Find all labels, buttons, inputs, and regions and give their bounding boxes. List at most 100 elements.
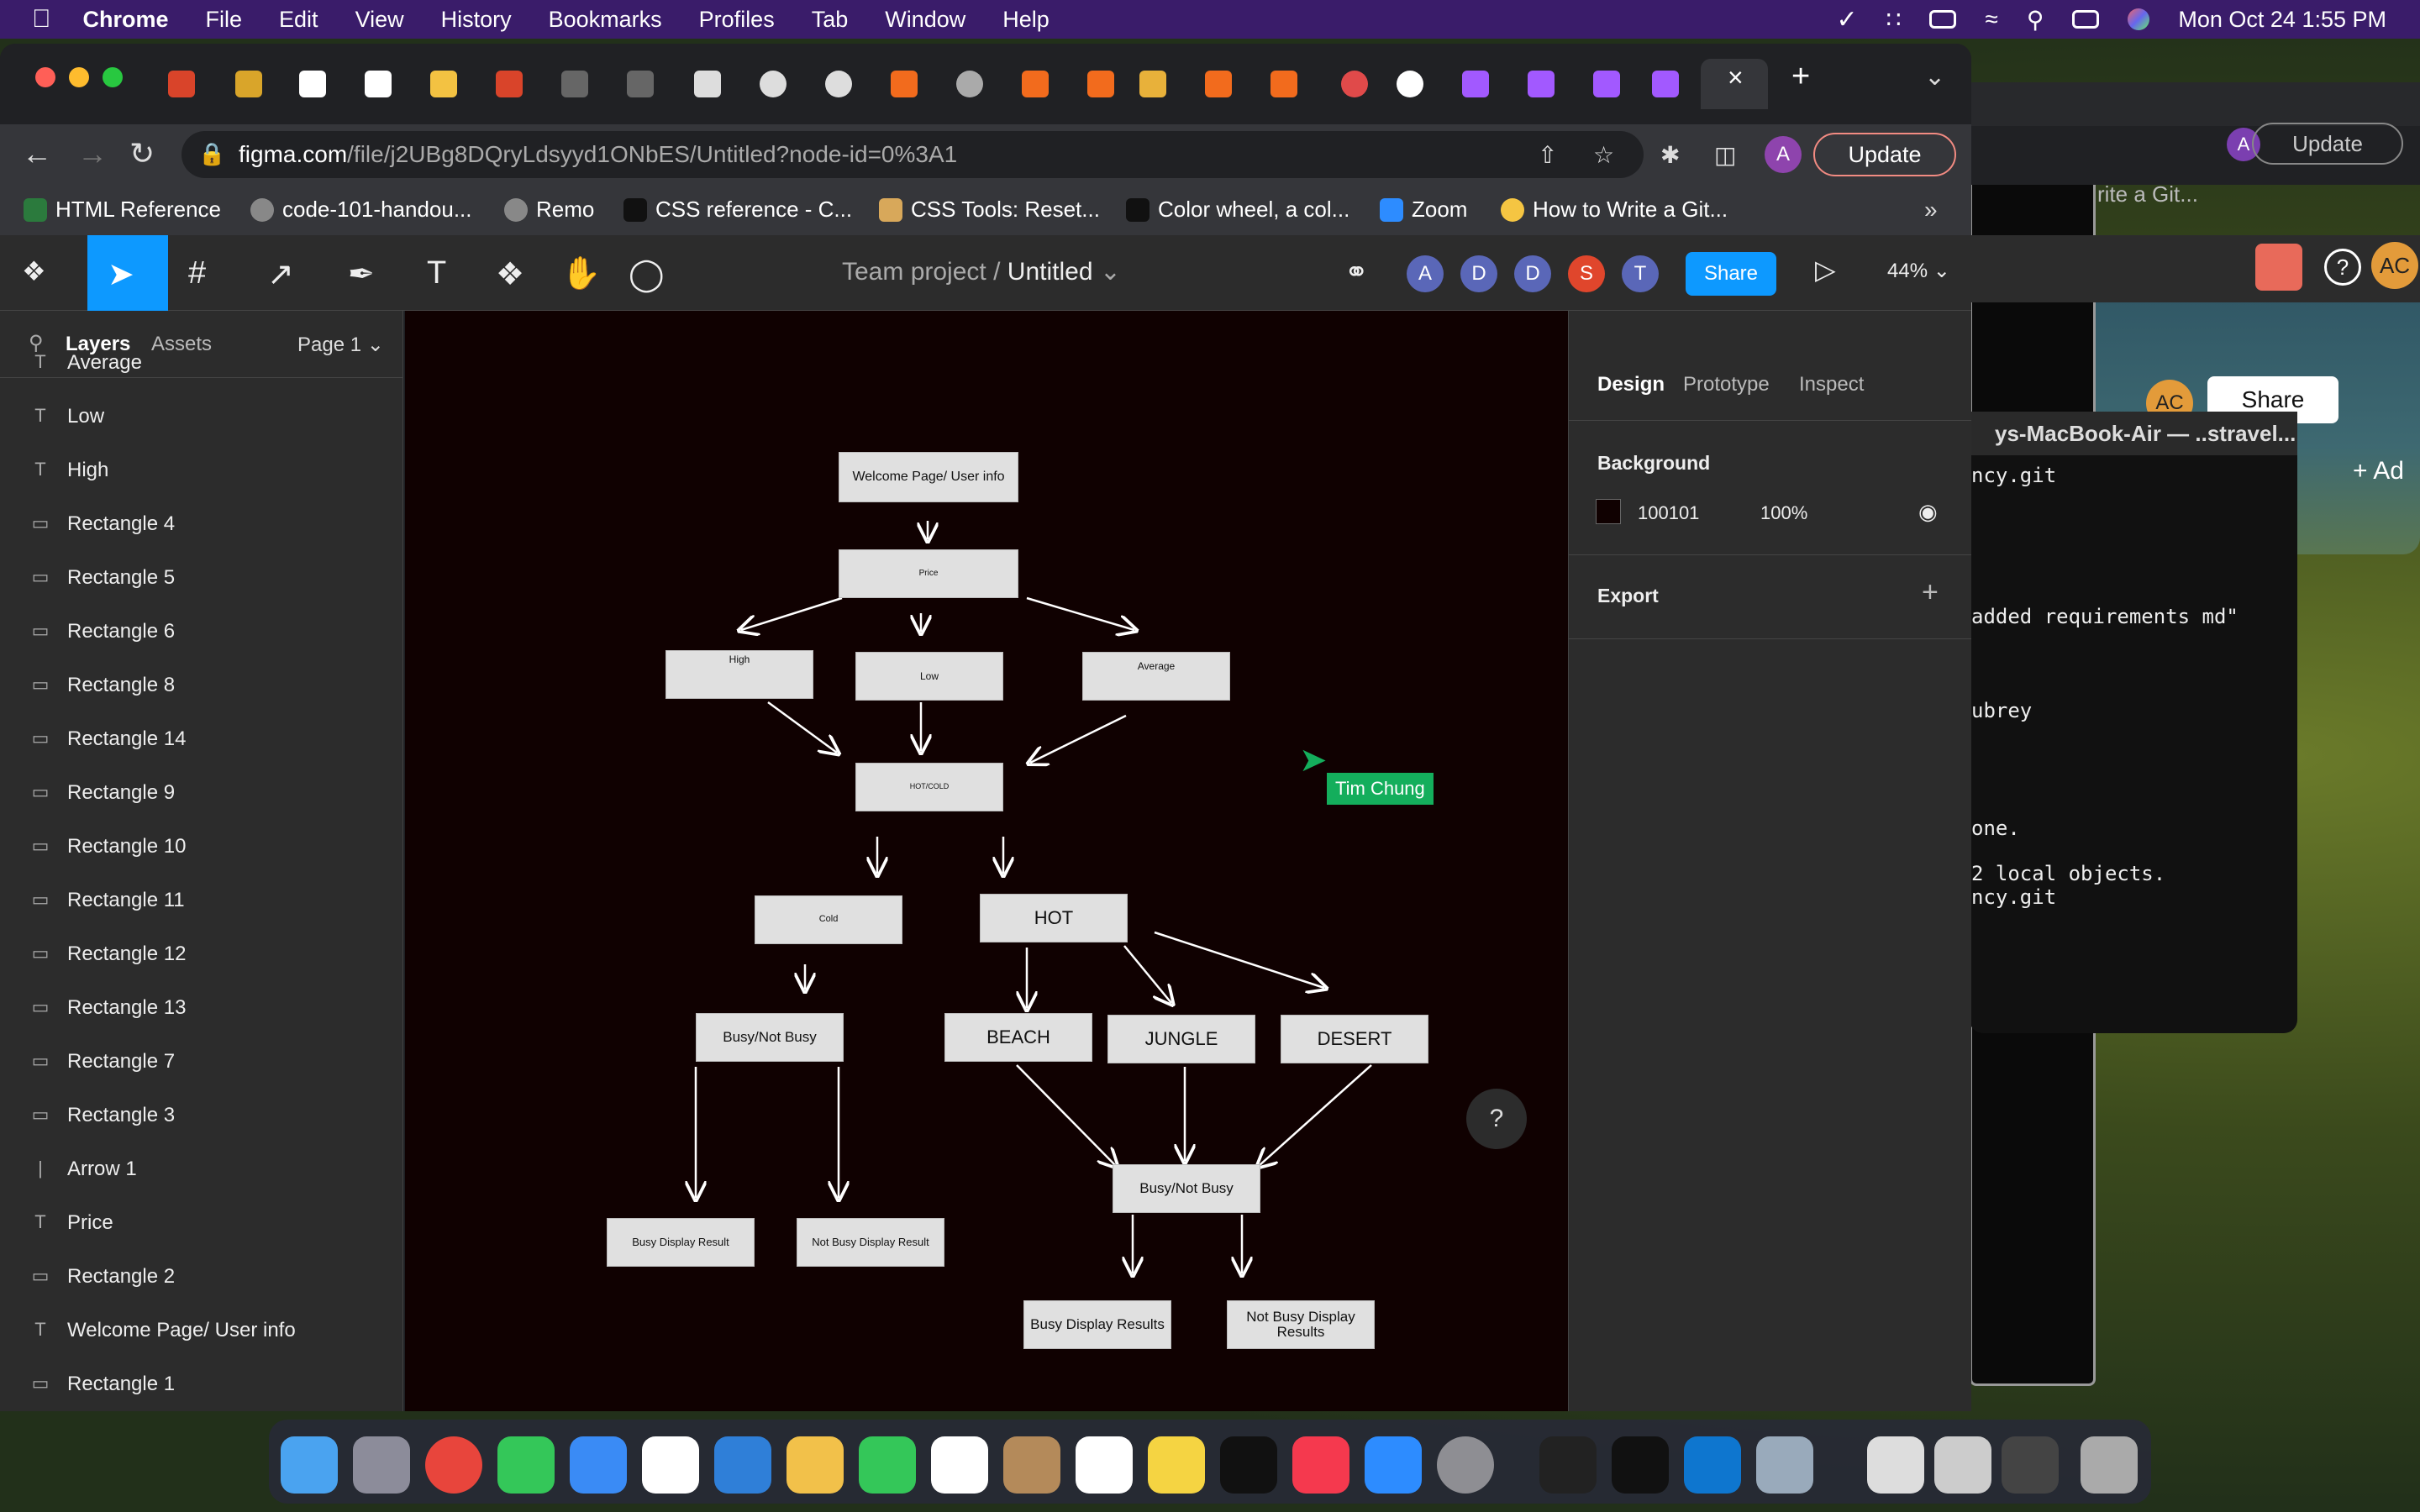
notes-icon[interactable] bbox=[1148, 1436, 1205, 1494]
bookmark-star-icon[interactable]: ☆ bbox=[1593, 141, 1620, 168]
bookmark-item[interactable]: CSS reference - C... bbox=[623, 197, 852, 223]
flow-box-busy-display-results[interactable]: Busy Display Results bbox=[1023, 1300, 1171, 1349]
components-icon[interactable]: ❖ bbox=[496, 255, 524, 293]
background-add-button[interactable]: + Ad bbox=[2353, 457, 2404, 486]
background-color-swatch[interactable] bbox=[1596, 499, 1621, 524]
bookmark-item[interactable]: How to Write a Git... bbox=[1501, 197, 1728, 223]
lock-icon[interactable]: 🔒 bbox=[198, 141, 225, 167]
chevron-down-icon[interactable]: ⌄ bbox=[1100, 258, 1121, 286]
preview-icon[interactable] bbox=[1756, 1436, 1813, 1494]
bookmark-item[interactable]: Zoom bbox=[1380, 197, 1467, 223]
music-icon[interactable] bbox=[1292, 1436, 1349, 1494]
collaborator-avatar[interactable]: D bbox=[1514, 255, 1551, 292]
layer-row[interactable]: ▭ Rectangle 4 bbox=[0, 497, 402, 551]
figma-icon[interactable] bbox=[1462, 71, 1489, 97]
menu-clock[interactable]: Mon Oct 24 1:55 PM bbox=[2178, 7, 2386, 33]
collaborator-avatar[interactable]: D bbox=[1460, 255, 1497, 292]
tab-favicon[interactable] bbox=[430, 71, 457, 97]
screenshot-icon[interactable] bbox=[1934, 1436, 1991, 1494]
pen-tool-icon[interactable]: ✒ bbox=[348, 255, 375, 293]
flow-box-busy-hot[interactable]: Busy/Not Busy bbox=[1113, 1164, 1260, 1213]
checkmark-status-icon[interactable]: ✓ bbox=[1837, 5, 1858, 34]
tab-favicon[interactable] bbox=[235, 71, 262, 97]
bookmark-item[interactable]: CSS Tools: Reset... bbox=[879, 197, 1100, 223]
terminal-window[interactable]: ys-MacBook-Air — ..stravel... bbox=[1970, 412, 2297, 1033]
launchpad-icon[interactable] bbox=[353, 1436, 410, 1494]
back-icon[interactable]: ← bbox=[22, 136, 52, 171]
tab-favicon[interactable] bbox=[561, 71, 588, 97]
layer-row[interactable]: ▭ Rectangle 10 bbox=[0, 820, 402, 874]
layer-row[interactable]: ▭ Rectangle 3 bbox=[0, 1089, 402, 1142]
tab-search-icon[interactable]: ⌄ bbox=[1924, 62, 1945, 92]
side-panel-icon[interactable]: ◫ bbox=[1714, 141, 1741, 168]
flow-box-low[interactable]: Low bbox=[855, 652, 1003, 701]
layer-row[interactable]: T Average bbox=[0, 336, 402, 390]
background-hex-input[interactable]: 100101 bbox=[1638, 502, 1699, 524]
menu-file[interactable]: File bbox=[206, 7, 243, 33]
tab-prototype[interactable]: Prototype bbox=[1683, 373, 1770, 396]
flow-box-not-busy-display-results[interactable]: Not Busy Display Results bbox=[1227, 1300, 1375, 1349]
background-help-icon[interactable]: ? bbox=[2324, 249, 2361, 286]
layer-row[interactable]: | Arrow 1 bbox=[0, 1142, 402, 1196]
figma-icon[interactable] bbox=[1652, 71, 1679, 97]
headphones-icon[interactable]: ⚭ bbox=[1344, 255, 1369, 289]
share-button[interactable]: Share bbox=[1686, 252, 1776, 296]
present-icon[interactable]: ▷ bbox=[1815, 254, 1836, 286]
collaborator-avatar[interactable]: T bbox=[1622, 255, 1659, 292]
tab-favicon[interactable] bbox=[891, 71, 918, 97]
photos-icon[interactable] bbox=[786, 1436, 844, 1494]
text-tool-icon[interactable]: T bbox=[427, 255, 446, 291]
forward-icon[interactable]: → bbox=[77, 136, 108, 171]
vscode-icon[interactable] bbox=[1684, 1436, 1741, 1494]
background-bookmark[interactable]: rite a Git... bbox=[2097, 181, 2198, 207]
flow-box-desert[interactable]: DESERT bbox=[1281, 1015, 1428, 1063]
vpn-icon[interactable] bbox=[1539, 1436, 1597, 1494]
app-store-icon[interactable] bbox=[1365, 1436, 1422, 1494]
eye-icon[interactable]: ◉ bbox=[1918, 499, 1938, 525]
control-center-icon[interactable] bbox=[2072, 10, 2100, 29]
window-stack-icon[interactable] bbox=[2002, 1436, 2059, 1494]
layer-row[interactable]: ▭ Rectangle 9 bbox=[0, 766, 402, 820]
flow-box-cold[interactable]: Cold bbox=[755, 895, 902, 944]
tab-favicon[interactable] bbox=[1087, 71, 1114, 97]
arrow-tool-icon[interactable]: ↗ bbox=[267, 255, 294, 293]
share-page-icon[interactable]: ⇧ bbox=[1538, 141, 1565, 168]
help-button[interactable]: ? bbox=[1466, 1089, 1527, 1149]
terminal-icon[interactable] bbox=[1612, 1436, 1669, 1494]
bookmark-item[interactable]: Color wheel, a col... bbox=[1126, 197, 1349, 223]
bookmarks-overflow-icon[interactable]: » bbox=[1924, 197, 1938, 223]
menu-tab[interactable]: Tab bbox=[812, 7, 849, 33]
reminders-icon[interactable] bbox=[1076, 1436, 1133, 1494]
zoom-level[interactable]: 44% ⌄ bbox=[1887, 259, 1950, 283]
background-plugin-icon[interactable] bbox=[2255, 244, 2302, 291]
figma-canvas[interactable]: Welcome Page/ User info Price High Low A… bbox=[405, 311, 1568, 1411]
hand-tool-icon[interactable]: ✋ bbox=[561, 255, 601, 292]
figma-icon[interactable] bbox=[1593, 71, 1620, 97]
slack-icon[interactable] bbox=[642, 1436, 699, 1494]
extensions-icon[interactable]: ✱ bbox=[1660, 141, 1687, 168]
tab-design[interactable]: Design bbox=[1597, 373, 1665, 396]
figma-icon[interactable] bbox=[1528, 71, 1555, 97]
url-text[interactable]: figma.com/file/j2UBg8DQryLdsyyd1ONbES/Un… bbox=[239, 141, 957, 168]
apple-icon[interactable]:  bbox=[32, 5, 51, 34]
frame-tool-icon[interactable]: # bbox=[188, 255, 206, 291]
layer-row[interactable]: ▭ Rectangle 1 bbox=[0, 1357, 402, 1411]
menu-app-name[interactable]: Chrome bbox=[83, 7, 169, 33]
layer-row[interactable]: ▭ Rectangle 11 bbox=[0, 874, 402, 927]
layer-row[interactable]: T Welcome Page/ User info bbox=[0, 1304, 402, 1357]
tab-favicon[interactable] bbox=[168, 71, 195, 97]
tab-close-icon[interactable]: × bbox=[1728, 62, 1744, 93]
flow-box-busy-display-result[interactable]: Busy Display Result bbox=[607, 1218, 755, 1267]
zoom-window-button[interactable] bbox=[103, 67, 123, 87]
tab-favicon[interactable] bbox=[365, 71, 392, 97]
tab-favicon[interactable] bbox=[1139, 71, 1166, 97]
new-tab-button[interactable]: + bbox=[1791, 59, 1810, 95]
messages-icon[interactable] bbox=[497, 1436, 555, 1494]
flow-box-not-busy-display-result[interactable]: Not Busy Display Result bbox=[797, 1218, 944, 1267]
bluetooth-icon[interactable]: ∷ bbox=[1886, 6, 1902, 34]
layer-row[interactable]: ▭ Rectangle 8 bbox=[0, 659, 402, 712]
tab-favicon[interactable] bbox=[299, 71, 326, 97]
layer-row[interactable]: T Price bbox=[0, 1196, 402, 1250]
profile-avatar[interactable]: A bbox=[1765, 136, 1802, 173]
flow-box-price[interactable]: Price bbox=[839, 549, 1018, 598]
